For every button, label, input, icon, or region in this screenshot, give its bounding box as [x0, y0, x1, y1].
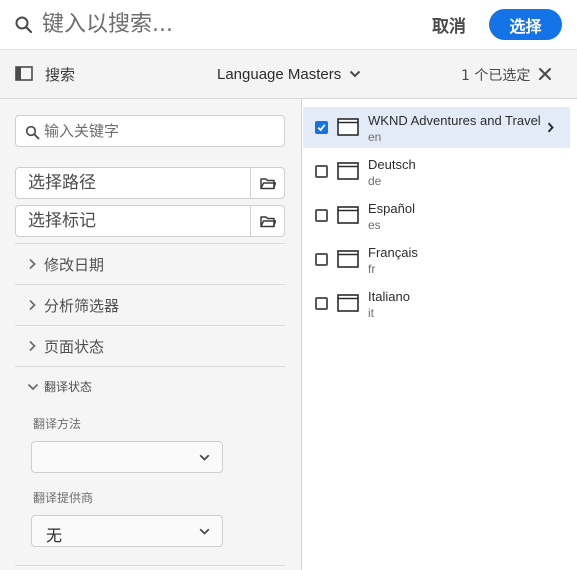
results-list: WKND Adventures and Travel en Deutsch de…	[303, 99, 577, 570]
section-analytics-filters[interactable]: 分析筛选器	[15, 284, 285, 325]
filter-rail: 修改日期 分析筛选器 页面状态 翻译状态 翻译方法 翻译提供商 无	[0, 99, 302, 570]
search-bar: 取消 选择	[0, 0, 577, 50]
rail-title: 搜索	[45, 66, 76, 84]
close-icon[interactable]	[537, 66, 553, 82]
search-toolbar: 搜索 Language Masters 1 个已选定	[0, 50, 577, 99]
folder-icon	[259, 177, 276, 189]
keyword-input[interactable]	[44, 118, 280, 144]
section-label: 修改日期	[44, 256, 105, 274]
omnisearch-input[interactable]	[42, 6, 402, 42]
source-picker-label: Language Masters	[217, 65, 342, 83]
chevron-down-icon	[350, 70, 361, 78]
search-icon	[25, 125, 40, 140]
chevron-down-icon	[199, 454, 210, 461]
source-picker[interactable]: Language Masters	[217, 63, 361, 85]
chevron-right-icon	[29, 258, 36, 270]
item-title: Español	[368, 201, 415, 216]
folder-icon	[259, 215, 276, 227]
translation-provider-dropdown[interactable]: 无	[31, 515, 223, 547]
cancel-button[interactable]: 取消	[428, 11, 470, 37]
section-translation-status[interactable]: 翻译状态	[15, 366, 285, 407]
chevron-down-icon	[27, 383, 39, 391]
translation-provider-label: 翻译提供商	[33, 491, 94, 505]
divider	[15, 565, 285, 566]
item-subtitle: fr	[368, 262, 376, 276]
list-item[interactable]: Español es	[303, 195, 570, 236]
section-modified-date[interactable]: 修改日期	[15, 243, 285, 284]
translation-method-label: 翻译方法	[33, 417, 82, 431]
rail-toggle-icon[interactable]	[15, 66, 33, 81]
chevron-down-icon	[199, 528, 210, 535]
item-subtitle: en	[368, 130, 382, 144]
item-subtitle: it	[368, 306, 374, 320]
section-label: 页面状态	[44, 338, 105, 356]
path-browse-button[interactable]	[250, 168, 284, 198]
page-icon	[337, 250, 359, 268]
section-page-status[interactable]: 页面状态	[15, 325, 285, 366]
item-checkbox[interactable]	[315, 253, 328, 266]
item-title: Deutsch	[368, 157, 416, 172]
item-title: Français	[368, 245, 418, 260]
list-item[interactable]: Italiano it	[303, 283, 570, 324]
list-item[interactable]: Français fr	[303, 239, 570, 280]
page-icon	[337, 206, 359, 224]
page-icon	[337, 118, 359, 136]
item-checkbox[interactable]	[315, 121, 328, 134]
list-item[interactable]: WKND Adventures and Travel en	[303, 107, 570, 148]
path-input[interactable]	[28, 170, 250, 196]
item-subtitle: de	[368, 174, 382, 188]
item-title: Italiano	[368, 289, 410, 304]
dropdown-value: 无	[46, 526, 63, 545]
item-subtitle: es	[368, 218, 381, 232]
checkmark-icon	[317, 124, 326, 132]
select-button[interactable]: 选择	[489, 9, 562, 40]
tags-field	[15, 205, 285, 237]
tags-input[interactable]	[28, 208, 250, 234]
section-label: 翻译状态	[44, 380, 93, 394]
chevron-right-icon	[29, 340, 36, 352]
page-icon	[337, 162, 359, 180]
item-checkbox[interactable]	[315, 209, 328, 222]
chevron-right-icon	[29, 299, 36, 311]
path-field	[15, 167, 285, 199]
item-checkbox[interactable]	[315, 297, 328, 310]
section-label: 分析筛选器	[44, 297, 120, 315]
page-icon	[337, 294, 359, 312]
item-title: WKND Adventures and Travel	[368, 113, 541, 128]
selected-count: 1 个已选定	[461, 68, 531, 84]
item-checkbox[interactable]	[315, 165, 328, 178]
translation-method-dropdown[interactable]	[31, 441, 223, 473]
search-icon	[15, 16, 33, 34]
chevron-right-icon[interactable]	[547, 122, 554, 133]
keyword-field	[15, 115, 285, 147]
tags-browse-button[interactable]	[250, 206, 284, 236]
list-item[interactable]: Deutsch de	[303, 151, 570, 192]
